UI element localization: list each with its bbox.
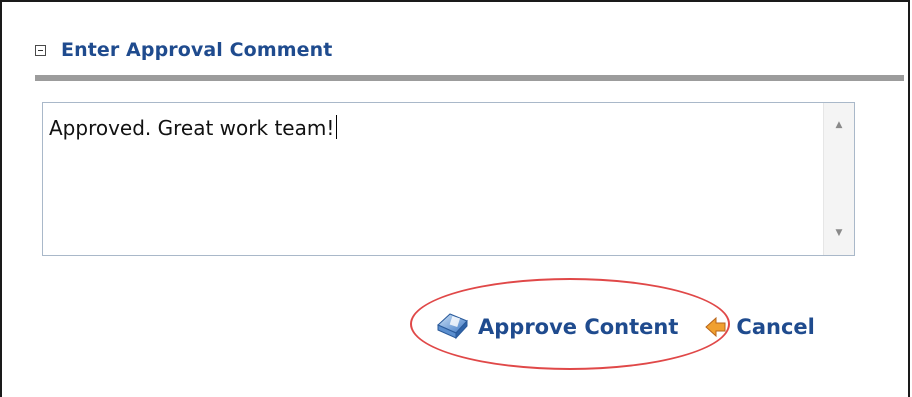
comment-value[interactable]: Approved. Great work team! xyxy=(49,116,334,140)
text-caret xyxy=(336,115,338,139)
approve-content-icon xyxy=(437,313,468,340)
approve-content-label: Approve Content xyxy=(478,315,679,339)
section-title: Enter Approval Comment xyxy=(61,39,333,61)
approve-content-button[interactable]: Approve Content xyxy=(434,311,678,343)
scroll-up-arrow-icon[interactable]: ▲ xyxy=(824,115,854,135)
comment-scrollbar[interactable]: ▲ ▼ xyxy=(823,103,854,255)
cancel-label: Cancel xyxy=(736,315,815,339)
collapse-minus-icon[interactable] xyxy=(35,44,46,56)
cancel-arrow-icon xyxy=(705,316,726,338)
comment-textarea[interactable]: Approved. Great work team! ▲ ▼ xyxy=(42,102,855,256)
action-bar: Approve Content Cancel xyxy=(434,303,815,351)
section-header[interactable]: Enter Approval Comment xyxy=(35,36,332,64)
cancel-button[interactable]: Cancel xyxy=(704,315,815,339)
comment-text-wrapper[interactable]: Approved. Great work team! xyxy=(49,115,338,140)
scroll-down-arrow-icon[interactable]: ▼ xyxy=(824,223,854,243)
approval-panel: Enter Approval Comment Approved. Great w… xyxy=(0,0,910,397)
header-divider xyxy=(35,75,904,81)
